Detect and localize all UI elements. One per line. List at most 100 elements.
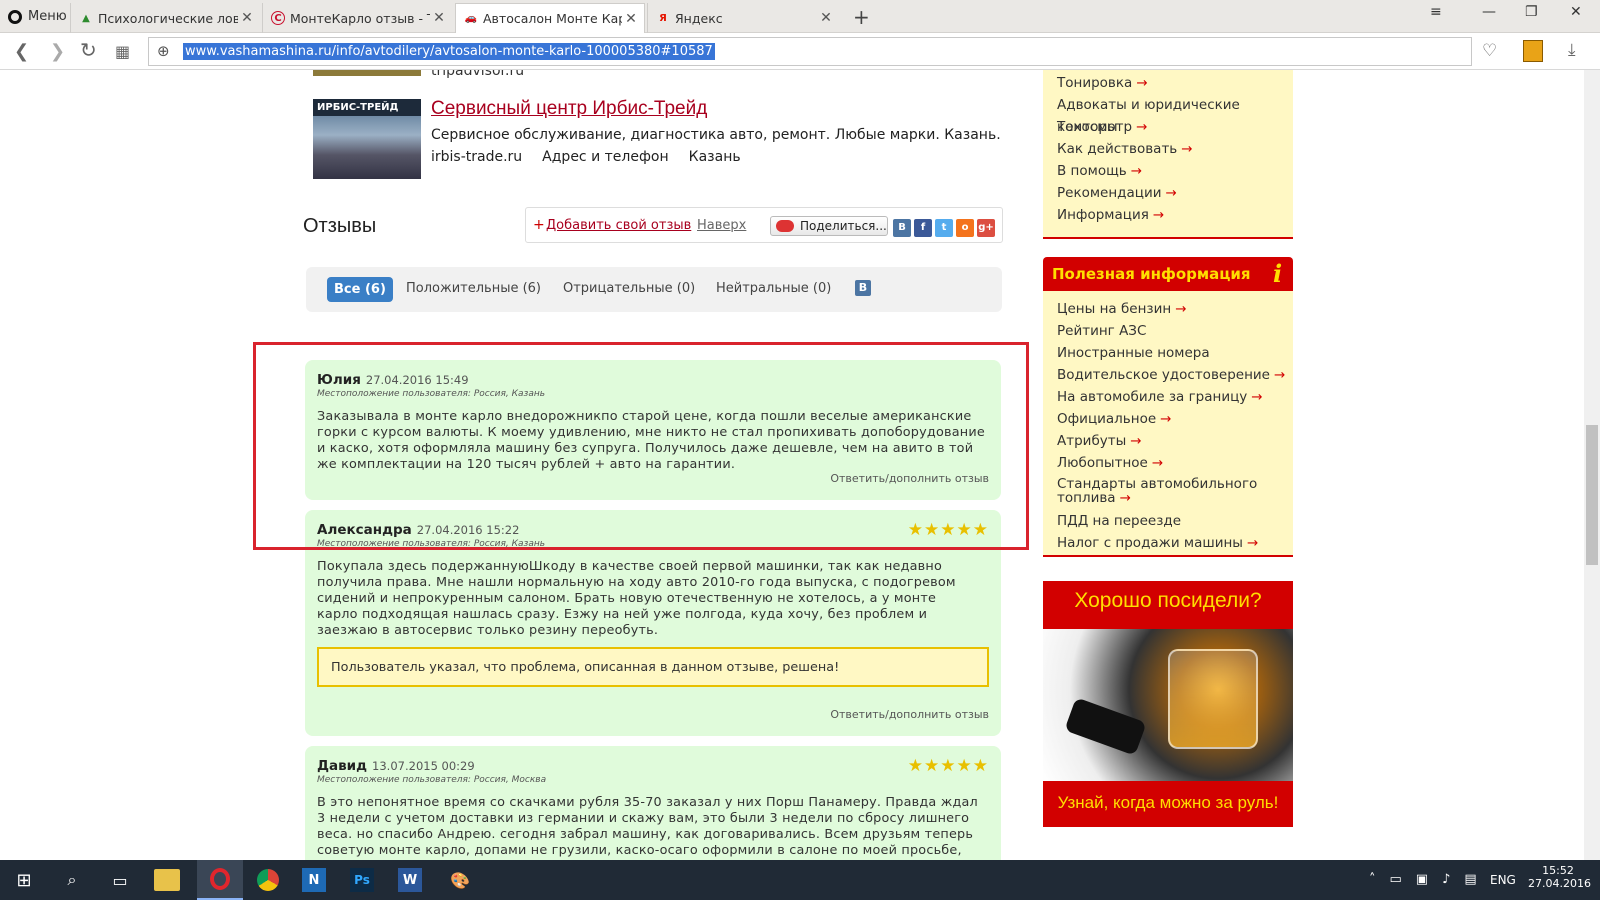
useful-info-link[interactable]: На автомобиле за границу → <box>1043 386 1293 408</box>
search-icon[interactable]: ⌕ <box>58 866 86 894</box>
scrollbar-thumb[interactable] <box>1586 425 1598 565</box>
review-reply-link[interactable]: Ответить/дополнить отзыв <box>830 708 989 721</box>
file-explorer-icon[interactable] <box>154 869 180 891</box>
service-site-link[interactable]: irbis-trade.ru <box>431 149 522 165</box>
sidebar-link[interactable]: Адвокаты и юридические конторы <box>1043 94 1293 135</box>
service-thumb-label: ИРБИС-ТРЕЙД <box>313 99 421 116</box>
close-window-icon[interactable]: ✕ <box>1570 4 1582 20</box>
clock[interactable]: 15:52 27.04.2016 <box>1528 864 1591 890</box>
back-icon[interactable]: ❮ <box>14 41 29 62</box>
chevron-up-icon[interactable]: ˄ <box>1369 872 1376 887</box>
vk-icon[interactable]: B <box>893 219 911 237</box>
language-indicator[interactable]: ENG <box>1490 873 1516 887</box>
odnoklassniki-icon[interactable]: o <box>956 219 974 237</box>
useful-info-link[interactable]: Иностранные номера <box>1043 342 1293 364</box>
useful-info-link[interactable]: Стандарты автомобильного топлива → <box>1043 474 1293 510</box>
new-tab-icon[interactable]: + <box>853 5 870 29</box>
service-address-link[interactable]: Адрес и телефон <box>542 149 668 165</box>
go-top-link[interactable]: Наверх <box>697 218 746 233</box>
prev-service-site[interactable]: tripadvisor.ru <box>431 70 524 79</box>
arrow-right-icon: → <box>1130 163 1143 179</box>
close-tab-icon[interactable]: ✕ <box>817 10 835 26</box>
sidebar-item-label: Стандарты автомобильного топлива <box>1057 476 1258 506</box>
add-review-link[interactable]: Добавить свой отзыв <box>546 218 691 233</box>
reload-icon[interactable]: ↻ <box>80 38 97 62</box>
network-icon[interactable]: ▣ <box>1416 872 1428 887</box>
bookmark-heart-icon[interactable]: ♡ <box>1482 41 1497 61</box>
chrome-icon[interactable] <box>254 866 282 894</box>
glass-shape <box>1168 649 1258 749</box>
task-view-icon[interactable]: ▭ <box>106 866 134 894</box>
word-icon[interactable]: W <box>398 868 422 892</box>
service-meta: irbis-trade.ru Адрес и телефон Казань <box>431 149 741 165</box>
web-page: tripadvisor.ru ИРБИС-ТРЕЙД Сервисный цен… <box>0 70 1584 860</box>
photoshop-icon[interactable]: Ps <box>350 868 374 892</box>
forward-icon[interactable]: ❯ <box>50 41 65 62</box>
close-tab-icon[interactable]: ✕ <box>430 10 448 26</box>
sidebar-link[interactable]: Информация → <box>1043 204 1293 226</box>
useful-info-link[interactable]: Рейтинг АЗС <box>1043 320 1293 342</box>
useful-info-link[interactable]: Атрибуты → <box>1043 430 1293 452</box>
opera-taskbar-icon[interactable] <box>197 860 243 900</box>
filter-positive[interactable]: Положительные (6) <box>406 281 541 296</box>
close-tab-icon[interactable]: ✕ <box>238 10 256 26</box>
useful-info-link[interactable]: Официальное → <box>1043 408 1293 430</box>
service-city[interactable]: Казань <box>689 149 741 165</box>
service-title-link[interactable]: Сервисный центр Ирбис-Трейд <box>431 98 707 120</box>
arrow-right-icon: → <box>1165 185 1177 201</box>
useful-info-link[interactable]: Цены на бензин → <box>1043 298 1293 320</box>
useful-info-title: Полезная информация <box>1052 265 1251 283</box>
useful-info-link[interactable]: Любопытное → <box>1043 452 1293 474</box>
filter-all[interactable]: Все (6) <box>327 277 393 302</box>
highlight-frame <box>253 342 1029 550</box>
opera-menu-button[interactable]: Меню <box>0 0 68 33</box>
filter-vk-icon[interactable]: B <box>855 280 871 296</box>
sidebar-link[interactable]: Тонировка → <box>1043 72 1293 94</box>
notification-icon[interactable]: ▤ <box>1464 872 1476 887</box>
tab-autosalon-montecarlo[interactable]: 🚗 Автосалон Монте Карло ✕ <box>455 3 645 33</box>
tab-psychological-traps[interactable]: ▲ Психологические ловушк ✕ <box>70 3 260 33</box>
minimize-icon[interactable]: — <box>1482 4 1496 20</box>
page-scrollbar[interactable] <box>1584 70 1600 860</box>
prev-service-thumb[interactable] <box>313 70 421 76</box>
sidebar-item-label: Налог с продажи машины <box>1057 535 1243 551</box>
menu-label: Меню <box>28 9 67 24</box>
tab-yandex[interactable]: Я Яндекс ✕ <box>647 3 839 33</box>
ad-banner[interactable]: Хорошо посидели? Узнай, когда можно за р… <box>1043 581 1293 827</box>
speed-dial-icon[interactable]: ▦ <box>115 42 130 61</box>
sidebar-link[interactable]: Как действовать → <box>1043 138 1293 160</box>
twitter-icon[interactable]: t <box>935 219 953 237</box>
useful-info-link[interactable]: Водительское удостоверение → <box>1043 364 1293 386</box>
useful-info-links: Цены на бензин → Рейтинг АЗС Иностранные но… <box>1043 291 1293 557</box>
downloads-icon[interactable]: ⤓ <box>1568 40 1576 60</box>
sidebar-link[interactable]: Рекомендации → <box>1043 182 1293 204</box>
tab-favicon-icon: C <box>271 11 285 25</box>
sidebar-links: Тонировка → Адвокаты и юридические конторы… <box>1043 70 1293 239</box>
sidebar-item-label: Рекомендации <box>1057 185 1162 201</box>
filter-neutral[interactable]: Нейтральные (0) <box>716 281 831 296</box>
useful-info-link[interactable]: ПДД на переезде <box>1043 510 1293 532</box>
system-tray[interactable]: ˄ ▭ ▣ ♪ ▤ <box>1369 872 1477 887</box>
battery-icon[interactable]: ▭ <box>1390 872 1402 887</box>
volume-icon[interactable]: ♪ <box>1442 872 1450 887</box>
share-label: Поделиться... <box>800 219 887 233</box>
close-tab-icon[interactable]: ✕ <box>622 11 640 27</box>
paint-icon[interactable]: 🎨 <box>446 866 474 894</box>
sidebar-item-label: Как действовать <box>1057 141 1178 157</box>
app-icon[interactable]: N <box>302 868 326 892</box>
sidebar-link[interactable]: Техосмотр → <box>1043 116 1293 138</box>
facebook-icon[interactable]: f <box>914 219 932 237</box>
share-button[interactable]: Поделиться... <box>770 216 888 236</box>
googleplus-icon[interactable]: g+ <box>977 219 995 237</box>
windows-start-icon[interactable]: ⊞ <box>10 866 38 894</box>
sidebar-link[interactable]: В помощь → <box>1043 160 1293 182</box>
useful-info-link[interactable]: Налог с продажи машины → <box>1043 532 1293 554</box>
extension-icon[interactable] <box>1523 40 1543 62</box>
tab-montecarlo-review[interactable]: C МонтеКарло отзыв - ТЗ-Т ✕ <box>262 3 452 33</box>
url-field[interactable]: ⊕ www.vashamashina.ru/info/avtodilery/av… <box>148 37 1472 66</box>
tab-label: Яндекс <box>675 10 723 26</box>
filter-negative[interactable]: Отрицательные (0) <box>563 281 695 296</box>
tab-menu-icon[interactable]: ≡ <box>1430 4 1442 20</box>
service-thumbnail[interactable]: ИРБИС-ТРЕЙД <box>313 99 421 179</box>
restore-icon[interactable]: ❐ <box>1525 4 1538 20</box>
